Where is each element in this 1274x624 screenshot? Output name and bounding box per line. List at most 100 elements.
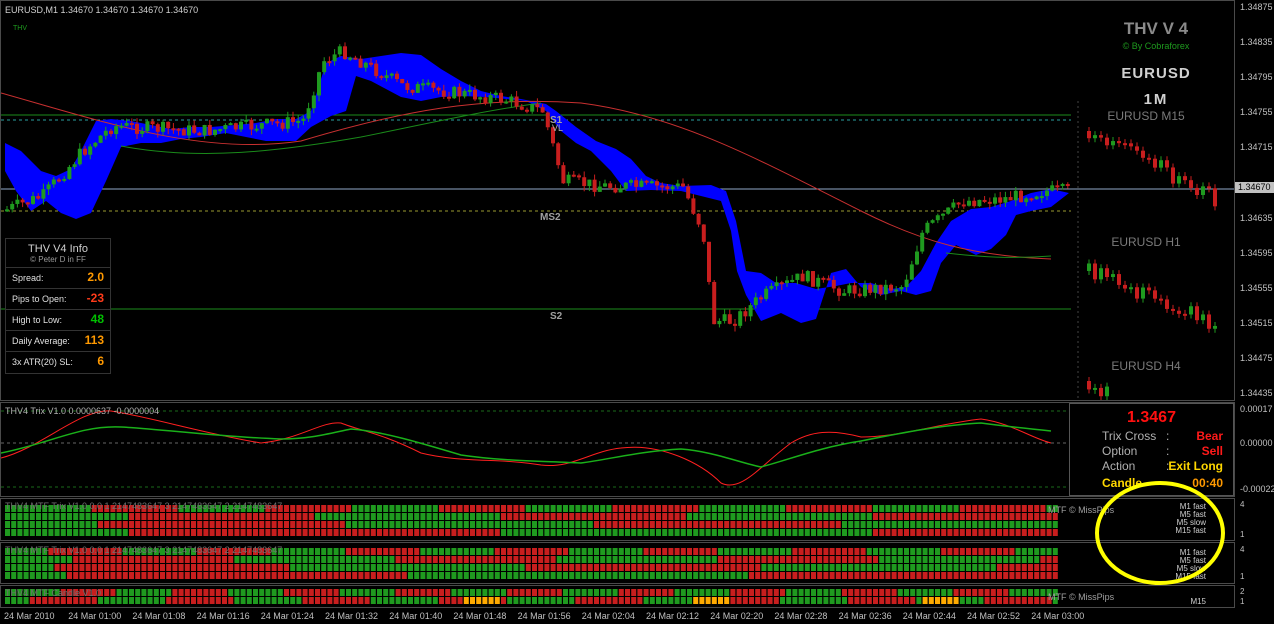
mtf-cell xyxy=(538,529,544,536)
mtf-cell xyxy=(699,513,705,520)
mtf-cell xyxy=(910,505,916,512)
mtf-cell xyxy=(587,589,593,596)
mtf-cell xyxy=(451,572,457,579)
mtf-cell xyxy=(742,589,748,596)
mtf-cell xyxy=(606,572,612,579)
mtf-cell xyxy=(265,597,271,604)
mtf-cell xyxy=(798,572,804,579)
candle-body xyxy=(493,92,498,96)
mtf-cell xyxy=(42,572,48,579)
mtf-trix-pane-1[interactable]: THV4 MTF Trix V1.0 0.0 1 2147483647 3 21… xyxy=(0,498,1235,541)
mtf-cell xyxy=(160,589,165,596)
candle-body xyxy=(20,199,25,203)
mtf-cell xyxy=(178,556,184,563)
mtf-cell xyxy=(284,505,289,512)
mtf-cell xyxy=(569,564,575,571)
mtf-cell xyxy=(631,556,637,563)
time-tick-label: 24 Mar 01:56 xyxy=(517,611,571,621)
mtf-cell xyxy=(798,505,804,512)
mtf-cell xyxy=(370,529,376,536)
mtf-cell xyxy=(563,548,568,555)
mtf-cell xyxy=(277,597,283,604)
candle-body xyxy=(644,180,649,183)
candle-body xyxy=(285,117,290,129)
mtf-cell xyxy=(470,589,475,596)
mtf-cell xyxy=(470,513,475,520)
mtf-cell xyxy=(928,589,934,596)
mtf-cell xyxy=(420,521,426,528)
mtf-cell xyxy=(674,529,680,536)
mtf-candle-pane[interactable]: THV4 MTF Candle V1.0 MTF © MissPips M15 xyxy=(0,585,1235,608)
mtf-cell xyxy=(470,521,475,528)
main-chart-pane[interactable]: EURUSD,M1 1.34670 1.34670 1.34670 1.3467… xyxy=(0,0,1235,401)
mtf-cell xyxy=(234,572,240,579)
mtf-cell xyxy=(947,521,953,528)
mtf3-header: THV4 MTF Candle V1.0 xyxy=(5,588,102,598)
mtf-cell xyxy=(873,521,878,528)
mtf-cell xyxy=(687,505,692,512)
mtf-cell xyxy=(972,505,978,512)
candle-body xyxy=(25,202,30,205)
price-axis[interactable] xyxy=(1235,0,1274,608)
mtf-cell xyxy=(693,572,699,579)
mtf-cell xyxy=(984,589,990,596)
mtf-cell xyxy=(860,572,866,579)
mtf-cell xyxy=(780,548,785,555)
mtf-cell xyxy=(414,597,420,604)
mtf-cell xyxy=(705,529,711,536)
price-tick-label: 1.34475 xyxy=(1240,353,1273,363)
mtf-cell xyxy=(804,548,810,555)
mtf-cell xyxy=(941,572,947,579)
candle-body xyxy=(847,285,852,294)
s2-label: S2 xyxy=(550,311,563,322)
candle-body xyxy=(363,62,368,68)
mtf-cell xyxy=(749,564,754,571)
candle-body xyxy=(1055,185,1060,188)
mtf-cell xyxy=(761,597,767,604)
mtf-cell xyxy=(897,505,903,512)
mtf-cell xyxy=(451,529,457,536)
mtf-cell xyxy=(302,572,308,579)
info-row: Daily Average: 113 xyxy=(6,330,110,351)
mtf-cell xyxy=(829,505,835,512)
mtf-cell xyxy=(724,513,730,520)
mtf-cell xyxy=(389,513,395,520)
mtf-cell xyxy=(271,597,277,604)
mtf-cell xyxy=(990,564,996,571)
mtf-cell xyxy=(1034,548,1040,555)
vl-label: VL xyxy=(552,123,564,133)
mtf-cell xyxy=(408,513,413,520)
candle-body xyxy=(634,180,639,187)
trix-pane[interactable]: THV4 Trix V1.0 0.0000637 -0.0000004 xyxy=(0,402,1235,497)
trix-chart[interactable] xyxy=(1,403,1234,496)
mtf-cell xyxy=(265,521,271,528)
mtf-cell xyxy=(383,513,389,520)
mtf-cell xyxy=(451,521,457,528)
candle-body xyxy=(577,175,581,178)
mtf-cell xyxy=(470,529,475,536)
mtf-cell xyxy=(321,556,327,563)
mtf-cell xyxy=(569,505,575,512)
mtf-cell xyxy=(54,529,60,536)
mtf-cell xyxy=(494,572,500,579)
mtf-cell xyxy=(277,589,283,596)
mtf-cell xyxy=(618,513,624,520)
mtf-cell xyxy=(687,521,692,528)
mtf-cell xyxy=(203,521,209,528)
mtf-cell xyxy=(699,521,705,528)
mtf-cell xyxy=(48,556,54,563)
mtf-cell xyxy=(612,529,618,536)
candle-body xyxy=(722,314,727,321)
mtf-cell xyxy=(377,597,382,604)
mtf-cell xyxy=(296,597,302,604)
mtf-cell xyxy=(215,521,221,528)
mtf-cell xyxy=(904,572,909,579)
price-chart[interactable] xyxy=(1,1,1234,400)
mtf-trix-pane-2[interactable]: THV4 MTF Trix V1.0 0.0 1 2147483647 3 21… xyxy=(0,542,1235,584)
trix-box-value: Sell xyxy=(1201,444,1223,458)
mtf-cell xyxy=(420,505,426,512)
mtf-cell xyxy=(761,521,767,528)
mtf-cell xyxy=(916,548,922,555)
mtf-cell xyxy=(773,548,779,555)
mtf-cell xyxy=(798,564,804,571)
